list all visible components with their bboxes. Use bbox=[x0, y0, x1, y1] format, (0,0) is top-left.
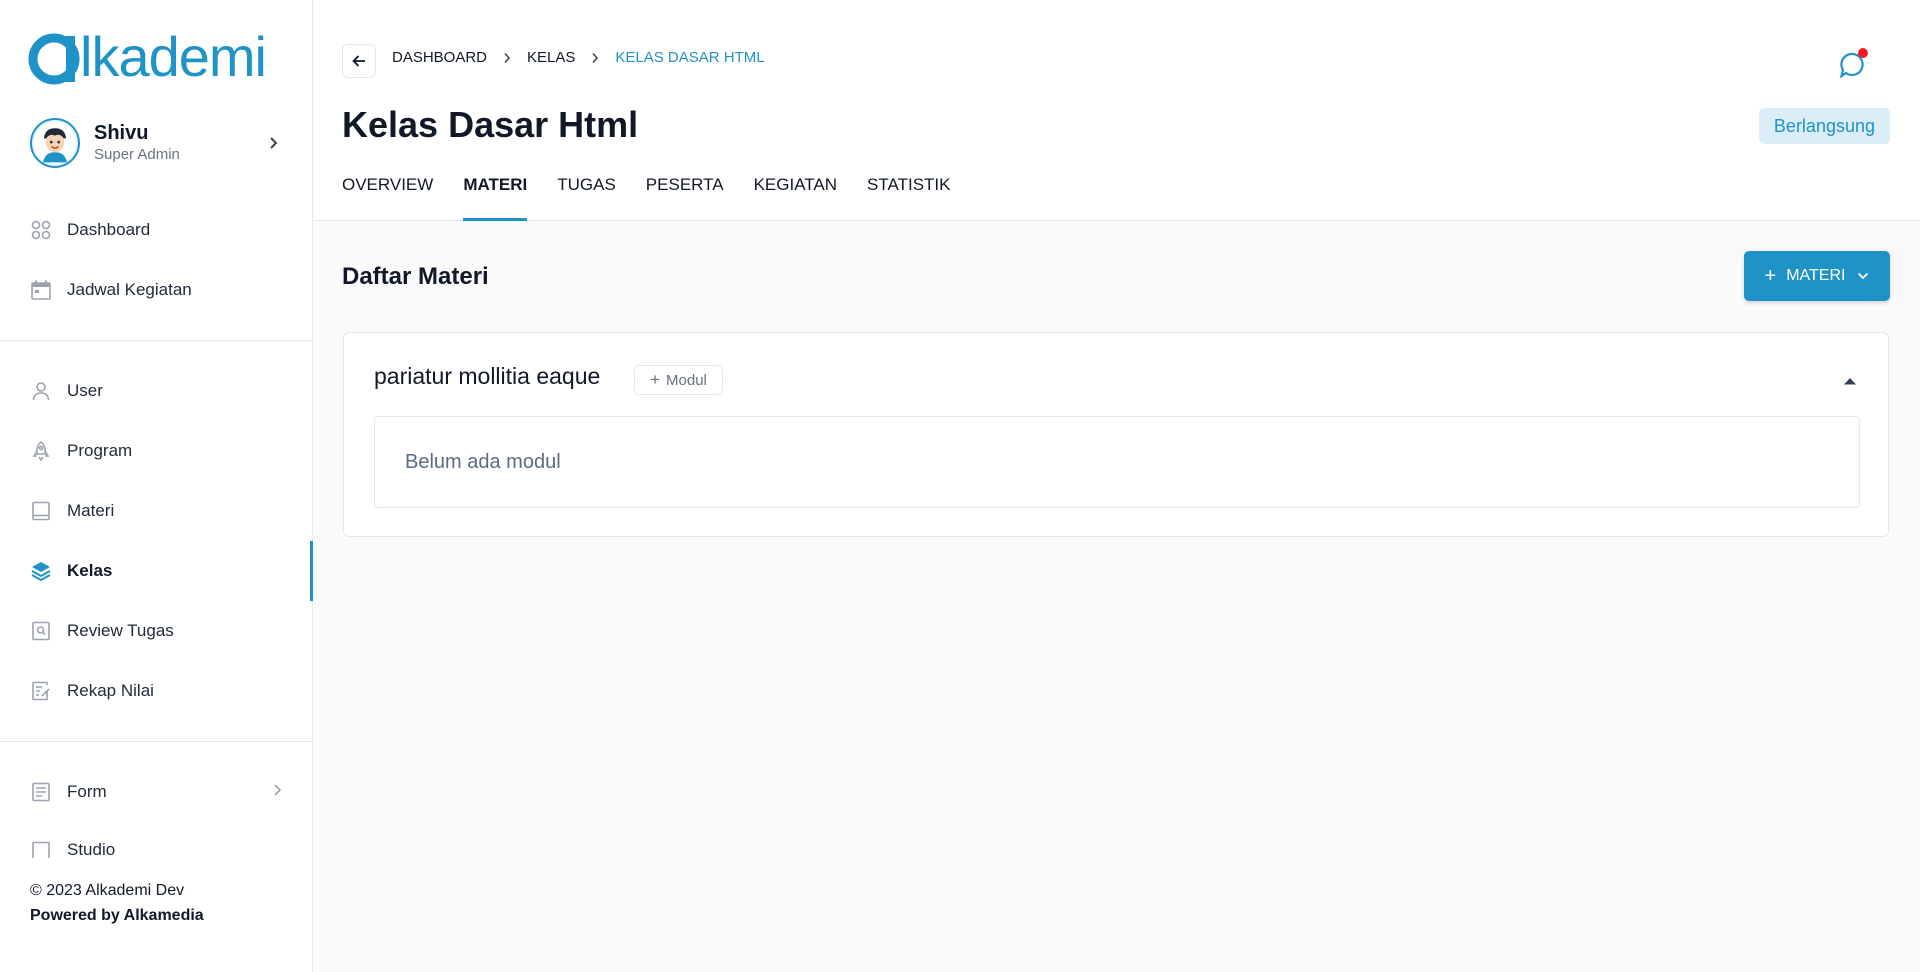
collapse-toggle[interactable] bbox=[1842, 373, 1858, 389]
sidebar-divider bbox=[0, 741, 313, 742]
arrow-left-icon bbox=[352, 55, 365, 67]
breadcrumb: DASHBOARD KELAS KELAS DASAR HTML bbox=[392, 49, 765, 66]
layers-icon bbox=[30, 560, 52, 582]
sidebar-item-user[interactable]: User bbox=[0, 369, 313, 413]
sidebar-item-label: Review Tugas bbox=[67, 621, 174, 640]
grid-icon bbox=[30, 219, 52, 241]
main-content: DASHBOARD KELAS KELAS DASAR HTML Kelas D… bbox=[314, 0, 1920, 972]
profile-role: Super Admin bbox=[94, 146, 180, 163]
sidebar-item-materi[interactable]: Materi bbox=[0, 489, 313, 533]
sidebar-item-dashboard[interactable]: Dashboard bbox=[0, 208, 313, 252]
section-title: Daftar Materi bbox=[342, 263, 489, 290]
add-materi-button[interactable]: + MATERI bbox=[1744, 251, 1890, 301]
studio-icon bbox=[30, 840, 52, 858]
chevron-right-icon bbox=[273, 783, 283, 802]
profile-name: Shivu bbox=[94, 122, 149, 144]
tab-overview[interactable]: OVERVIEW bbox=[342, 175, 433, 221]
logo-mark-icon bbox=[28, 33, 80, 85]
sidebar-item-label: User bbox=[67, 381, 103, 400]
empty-state-text: Belum ada modul bbox=[405, 451, 561, 473]
add-materi-label: MATERI bbox=[1786, 267, 1846, 284]
sidebar-item-label: Kelas bbox=[67, 561, 113, 580]
sidebar-item-form[interactable]: Form bbox=[0, 770, 313, 814]
powered-by-text: Powered by Alkamedia bbox=[30, 907, 204, 924]
sidebar-item-label: Form bbox=[67, 782, 107, 801]
sidebar-item-label: Program bbox=[67, 441, 133, 460]
sidebar-item-label: Studio bbox=[67, 840, 116, 858]
status-badge: Berlangsung bbox=[1758, 108, 1890, 144]
page-header: DASHBOARD KELAS KELAS DASAR HTML Kelas D… bbox=[314, 0, 1920, 221]
copyright-text: © 2023 Alkademi Dev bbox=[30, 882, 185, 899]
tab-statistik[interactable]: STATISTIK bbox=[867, 175, 950, 221]
chevron-right-icon bbox=[503, 52, 511, 64]
chevron-down-icon bbox=[1857, 272, 1869, 280]
sidebar-item-studio[interactable]: Studio bbox=[0, 830, 313, 858]
breadcrumb-dashboard[interactable]: DASHBOARD bbox=[392, 49, 487, 66]
sidebar: lkademi Shivu Super Admin Dashboard Jadw… bbox=[0, 0, 313, 972]
sidebar-item-review-tugas[interactable]: Review Tugas bbox=[0, 609, 313, 653]
sidebar-item-label: Materi bbox=[67, 501, 115, 520]
chat-notification-icon[interactable] bbox=[1838, 48, 1870, 80]
user-profile[interactable]: Shivu Super Admin bbox=[30, 117, 284, 169]
edit-note-icon bbox=[30, 680, 52, 702]
plus-icon: + bbox=[1764, 264, 1777, 287]
form-icon bbox=[30, 781, 52, 803]
sidebar-divider bbox=[0, 340, 313, 341]
sidebar-item-label: Dashboard bbox=[67, 220, 151, 239]
alkademi-logo[interactable]: lkademi bbox=[28, 25, 267, 88]
book-icon bbox=[30, 500, 52, 522]
sidebar-item-program[interactable]: Program bbox=[0, 429, 313, 473]
chevron-right-icon bbox=[264, 133, 284, 153]
sidebar-item-rekap-nilai[interactable]: Rekap Nilai bbox=[0, 669, 313, 713]
materi-card: pariatur mollitia eaque + Modul Belum ad… bbox=[343, 332, 1889, 537]
avatar bbox=[30, 118, 80, 168]
plus-icon: + bbox=[650, 370, 661, 389]
page-title: Kelas Dasar Html bbox=[342, 104, 639, 145]
sidebar-item-kelas[interactable]: Kelas bbox=[0, 541, 313, 601]
add-modul-button[interactable]: + Modul bbox=[634, 365, 723, 395]
tab-tugas[interactable]: TUGAS bbox=[557, 175, 616, 221]
caret-up-icon bbox=[1844, 378, 1856, 385]
sidebar-item-label: Jadwal Kegiatan bbox=[67, 280, 192, 299]
materi-title: pariatur mollitia eaque bbox=[374, 363, 601, 389]
tab-kegiatan[interactable]: KEGIATAN bbox=[754, 175, 837, 221]
breadcrumb-current: KELAS DASAR HTML bbox=[615, 49, 765, 66]
review-icon bbox=[30, 620, 52, 642]
sidebar-footer: © 2023 Alkademi Dev Powered by Alkamedia bbox=[30, 878, 204, 928]
add-modul-label: Modul bbox=[666, 371, 707, 389]
user-icon bbox=[30, 380, 52, 402]
tab-bar: OVERVIEW MATERI TUGAS PESERTA KEGIATAN S… bbox=[342, 175, 980, 221]
modul-list: Belum ada modul bbox=[374, 416, 1860, 508]
rocket-icon bbox=[30, 440, 52, 462]
back-button[interactable] bbox=[342, 44, 376, 78]
calendar-icon bbox=[30, 279, 52, 301]
sidebar-item-jadwal-kegiatan[interactable]: Jadwal Kegiatan bbox=[0, 268, 313, 312]
tab-peserta[interactable]: PESERTA bbox=[646, 175, 724, 221]
logo-text: lkademi bbox=[80, 25, 267, 88]
chevron-right-icon bbox=[591, 52, 599, 64]
sidebar-item-label: Rekap Nilai bbox=[67, 681, 154, 700]
tab-materi[interactable]: MATERI bbox=[463, 175, 527, 221]
breadcrumb-kelas[interactable]: KELAS bbox=[527, 49, 575, 66]
